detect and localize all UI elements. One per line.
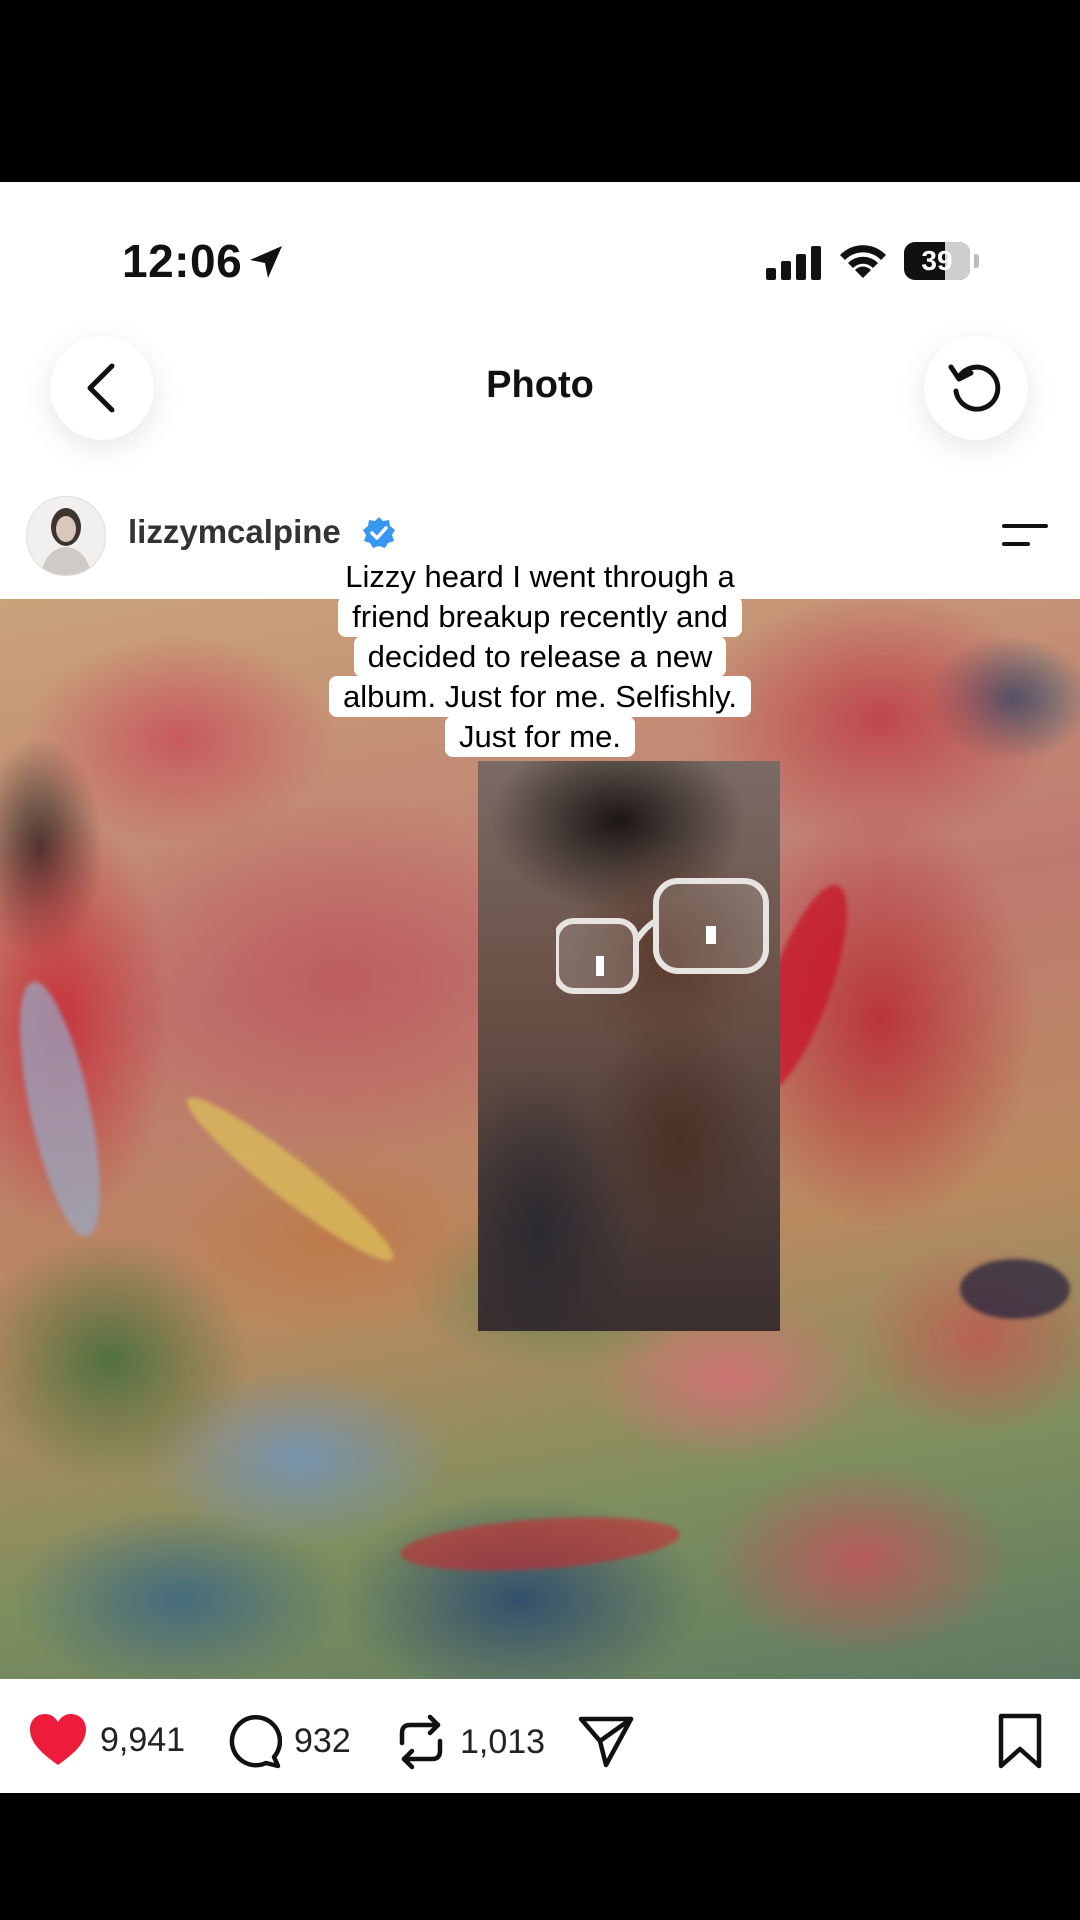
reposts-count[interactable]: 1,013 xyxy=(460,1723,545,1762)
refresh-button[interactable] xyxy=(924,336,1028,440)
bookmark-icon xyxy=(998,1713,1042,1769)
battery-nub xyxy=(974,254,979,268)
app-screen: 12:06 39 Photo lizzymcalpine Lizzy heard… xyxy=(0,182,1080,1793)
caption-line: Just for me. xyxy=(445,716,635,757)
paint-streak xyxy=(960,1259,1070,1319)
bottom-black-bar xyxy=(0,1793,1080,1920)
paint-streak xyxy=(175,1083,405,1275)
repost-icon xyxy=(399,1714,443,1770)
post-actions-bar: 9,941 932 1,013 xyxy=(0,1679,1080,1793)
comments-count[interactable]: 932 xyxy=(294,1722,351,1761)
caption-line: Lizzy heard I went through a xyxy=(331,556,749,597)
heart-icon xyxy=(30,1714,86,1765)
likes-count[interactable]: 9,941 xyxy=(100,1721,185,1760)
page-title: Photo xyxy=(486,364,594,406)
battery-percent: 39 xyxy=(921,245,953,276)
username-link[interactable]: lizzymcalpine xyxy=(128,513,341,551)
repost-button[interactable]: 1,013 xyxy=(394,1713,545,1771)
post-image[interactable] xyxy=(0,599,1080,1679)
glasses-shape xyxy=(556,878,769,994)
comment-bubble-icon xyxy=(229,1715,282,1769)
refresh-icon xyxy=(948,364,1001,412)
caption-overlay: Lizzy heard I went through a friend brea… xyxy=(0,556,1080,757)
bookmark-button[interactable] xyxy=(996,1713,1044,1769)
cellular-signal-icon xyxy=(766,246,821,280)
like-button[interactable]: 9,941 xyxy=(28,1713,185,1767)
menu-icon[interactable] xyxy=(998,518,1050,552)
share-button[interactable] xyxy=(578,1713,634,1769)
top-black-bar xyxy=(0,0,1080,182)
battery-indicator: 39 xyxy=(904,242,970,280)
overlay-selfie xyxy=(478,761,780,1331)
wifi-icon xyxy=(840,245,886,278)
paint-streak xyxy=(398,1509,682,1579)
location-arrow-icon xyxy=(250,246,282,278)
status-time: 12:06 xyxy=(122,235,243,287)
caption-line: decided to release a new xyxy=(353,636,727,677)
status-bar: 12:06 39 xyxy=(0,182,1080,342)
caption-line: album. Just for me. Selfishly. xyxy=(329,676,751,717)
send-icon xyxy=(578,1716,634,1768)
comment-button[interactable]: 932 xyxy=(226,1713,351,1769)
caption-line: friend breakup recently and xyxy=(338,596,742,637)
verified-badge-icon xyxy=(363,517,395,548)
paint-streak xyxy=(3,975,117,1243)
